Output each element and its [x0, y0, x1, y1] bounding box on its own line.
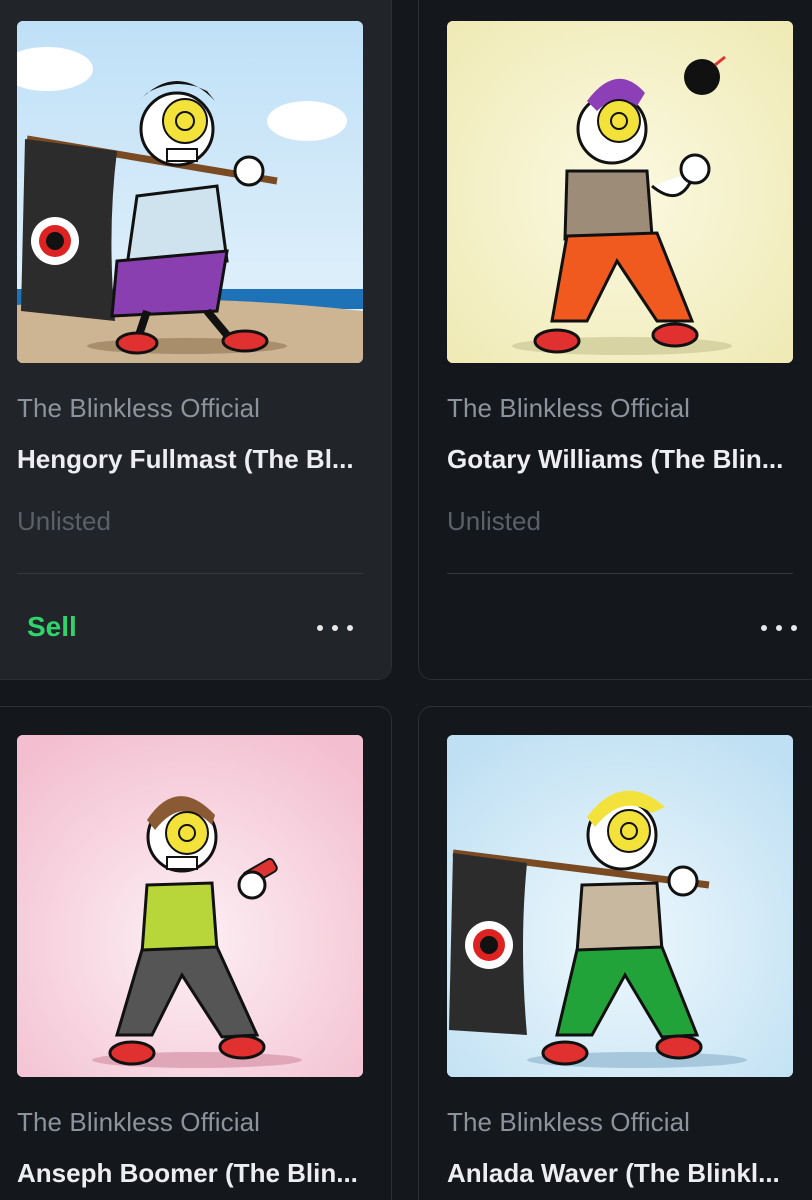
nft-card[interactable]: The Blinkless Official Anseph Boomer (Th… [0, 706, 392, 1200]
listing-status: Unlisted [17, 506, 111, 536]
nft-grid: The Blinkless Official Hengory Fullmast … [0, 0, 812, 1200]
nft-card[interactable]: The Blinkless Official Gotary Williams (… [418, 0, 812, 680]
nft-title[interactable]: Anseph Boomer (The Blin... [17, 1158, 358, 1189]
collection-name[interactable]: The Blinkless Official [447, 393, 690, 424]
nft-card[interactable]: The Blinkless Official Hengory Fullmast … [0, 0, 392, 680]
nft-image [17, 21, 363, 363]
nft-artwork[interactable] [17, 735, 363, 1077]
nft-image [447, 735, 793, 1077]
nft-artwork[interactable] [17, 21, 363, 363]
more-horizontal-icon [761, 625, 767, 631]
more-horizontal-icon [317, 625, 323, 631]
nft-image [447, 21, 793, 363]
more-options-button[interactable] [759, 613, 799, 643]
nft-artwork[interactable] [447, 21, 793, 363]
sell-button[interactable]: Sell [27, 611, 77, 643]
card-divider [17, 573, 363, 574]
collection-name[interactable]: The Blinkless Official [447, 1107, 690, 1138]
nft-image [17, 735, 363, 1077]
nft-artwork[interactable] [447, 735, 793, 1077]
nft-card[interactable]: The Blinkless Official Anlada Waver (The… [418, 706, 812, 1200]
collection-name[interactable]: The Blinkless Official [17, 1107, 260, 1138]
collection-name[interactable]: The Blinkless Official [17, 393, 260, 424]
card-divider [447, 573, 793, 574]
listing-status: Unlisted [447, 506, 541, 536]
nft-title[interactable]: Anlada Waver (The Blinkl... [447, 1158, 780, 1189]
nft-title[interactable]: Hengory Fullmast (The Bl... [17, 444, 354, 475]
more-options-button[interactable] [315, 613, 355, 643]
nft-title[interactable]: Gotary Williams (The Blin... [447, 444, 783, 475]
